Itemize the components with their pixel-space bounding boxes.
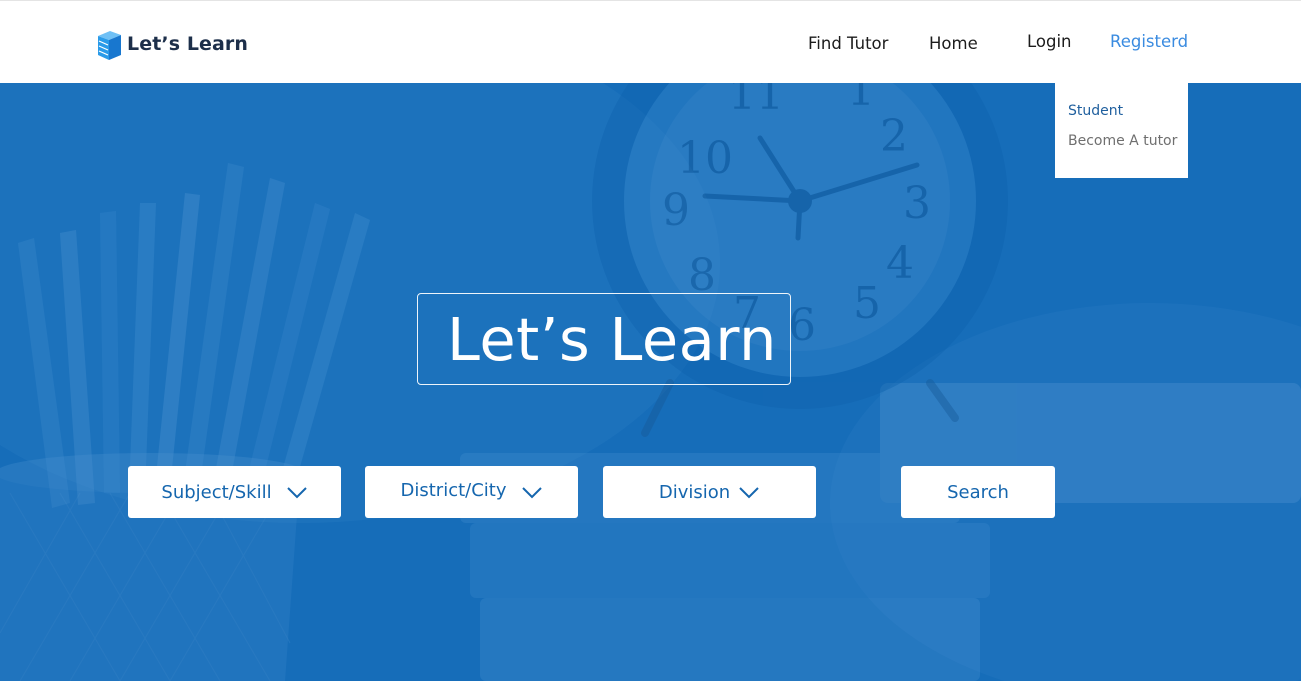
menu-item-student[interactable]: Student [1068, 103, 1123, 119]
district-city-select[interactable]: District/City [365, 466, 578, 518]
nav-register[interactable]: Registerd [1110, 32, 1188, 51]
hero-title-box: Let’s Learn [417, 293, 791, 385]
chevron-down-icon [738, 486, 760, 499]
nav-find-tutor[interactable]: Find Tutor [808, 34, 888, 53]
book-logo-icon [98, 31, 121, 60]
district-city-label: District/City [400, 480, 507, 501]
subject-skill-select[interactable]: Subject/Skill [128, 466, 341, 518]
nav-home[interactable]: Home [929, 34, 978, 53]
hero-title: Let’s Learn [447, 305, 777, 374]
division-select[interactable]: Division [603, 466, 816, 518]
menu-item-become-tutor[interactable]: Become A tutor [1068, 133, 1177, 149]
brand-logo[interactable]: Let’s Learn [94, 27, 248, 61]
brand-name: Let’s Learn [127, 33, 249, 55]
division-label: Division [658, 481, 731, 503]
search-button[interactable]: Search [901, 466, 1055, 518]
chevron-down-icon [521, 486, 543, 499]
register-dropdown-menu: Student Become A tutor [1055, 83, 1188, 178]
site-header: Let’s Learn Find Tutor Home Login Regist… [0, 0, 1301, 83]
chevron-down-icon [286, 486, 308, 499]
nav-login[interactable]: Login [1027, 32, 1072, 51]
subject-skill-label: Subject/Skill [161, 481, 272, 503]
